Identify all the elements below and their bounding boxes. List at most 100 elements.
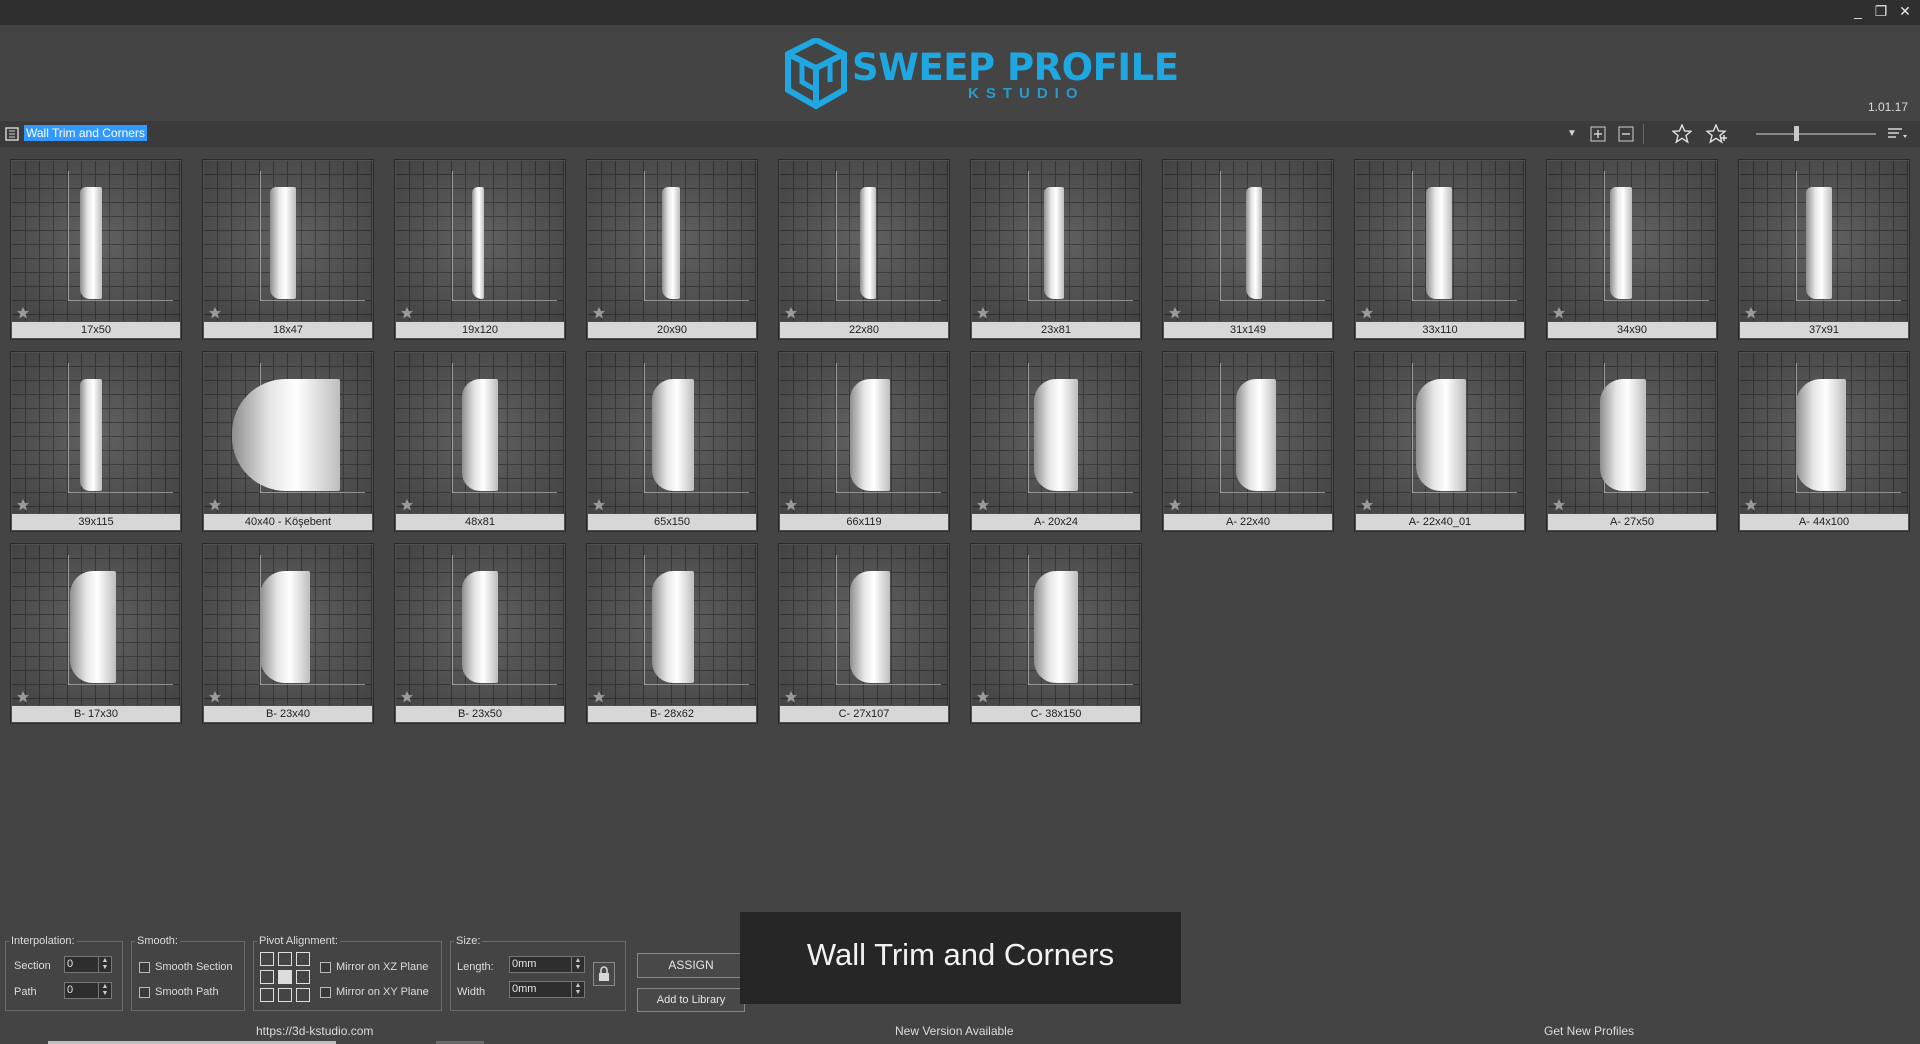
favorite-star-icon[interactable] — [1360, 306, 1374, 320]
close-button[interactable]: ✕ — [1892, 0, 1918, 25]
pivot-cell[interactable] — [296, 988, 310, 1002]
profile-tile[interactable]: 17x50 — [10, 159, 182, 340]
width-stepper[interactable]: 0mm ▲ ▼ — [509, 981, 585, 998]
profile-tile[interactable]: 34x90 — [1546, 159, 1718, 340]
profile-tile[interactable]: 37x91 — [1738, 159, 1910, 340]
favorite-star-icon[interactable] — [1744, 498, 1758, 512]
website-link[interactable]: https://3d-kstudio.com — [256, 1024, 373, 1038]
profile-thumbnail — [396, 545, 564, 705]
restore-button[interactable]: ❐ — [1868, 0, 1894, 25]
favorite-star-icon[interactable] — [1552, 498, 1566, 512]
profile-label: 34x90 — [1548, 322, 1716, 338]
get-profiles-link[interactable]: Get New Profiles — [1544, 1024, 1634, 1038]
profile-tile[interactable]: C- 38x150 — [970, 543, 1142, 724]
favorite-star-icon[interactable] — [976, 306, 990, 320]
favorite-star-icon[interactable] — [400, 306, 414, 320]
smooth-section-checkbox[interactable] — [139, 962, 150, 973]
favorite-star-icon[interactable] — [208, 498, 222, 512]
pivot-cell[interactable] — [278, 988, 292, 1002]
lock-ratio-button[interactable] — [593, 962, 615, 986]
profile-tile[interactable]: 22x80 — [778, 159, 950, 340]
favorite-star-icon[interactable] — [16, 498, 30, 512]
favorite-star-icon[interactable] — [208, 690, 222, 704]
favorite-star-icon[interactable] — [1168, 306, 1182, 320]
profile-tile[interactable]: 40x40 - Köşebent — [202, 351, 374, 532]
section-stepper[interactable]: 0 ▲ ▼ — [64, 956, 112, 973]
favorite-star-icon[interactable] — [1168, 498, 1182, 512]
profile-tile[interactable]: 65x150 — [586, 351, 758, 532]
assign-button[interactable]: ASSIGN — [637, 953, 745, 978]
favorite-star-icon[interactable] — [400, 690, 414, 704]
favorite-star-icon[interactable] — [592, 690, 606, 704]
library-icon[interactable] — [4, 126, 20, 142]
favorite-star-icon[interactable] — [784, 306, 798, 320]
favorite-star-icon[interactable] — [592, 306, 606, 320]
pivot-cell[interactable] — [296, 970, 310, 984]
pivot-grid[interactable] — [260, 952, 310, 1002]
favorite-star-icon[interactable] — [1552, 306, 1566, 320]
chevron-down-icon[interactable]: ▼ — [1565, 124, 1579, 144]
star-icon[interactable] — [1672, 124, 1692, 144]
profile-tile[interactable]: 39x115 — [10, 351, 182, 532]
profile-tile[interactable]: A- 27x50 — [1546, 351, 1718, 532]
library-select[interactable]: Wall Trim and Corners — [24, 124, 1578, 144]
add-to-library-button[interactable]: Add to Library — [637, 988, 745, 1012]
pivot-cell-selected[interactable] — [278, 970, 292, 984]
profile-tile[interactable]: B- 23x40 — [202, 543, 374, 724]
profile-tile[interactable]: 33x110 — [1354, 159, 1526, 340]
favorite-star-icon[interactable] — [976, 690, 990, 704]
zoom-slider-handle[interactable] — [1794, 126, 1799, 141]
profile-tile[interactable]: 18x47 — [202, 159, 374, 340]
sort-icon[interactable] — [1886, 125, 1908, 143]
axis-line — [1220, 492, 1325, 493]
profile-tile[interactable]: C- 27x107 — [778, 543, 950, 724]
new-version-link[interactable]: New Version Available — [895, 1024, 1014, 1038]
profile-tile[interactable]: 19x120 — [394, 159, 566, 340]
profile-tile[interactable]: A- 22x40_01 — [1354, 351, 1526, 532]
favorite-star-icon[interactable] — [16, 306, 30, 320]
profile-tile[interactable]: B- 17x30 — [10, 543, 182, 724]
favorite-star-icon[interactable] — [208, 306, 222, 320]
axis-line — [452, 684, 557, 685]
profile-tile[interactable]: A- 44x100 — [1738, 351, 1910, 532]
profile-tile[interactable]: A- 22x40 — [1162, 351, 1334, 532]
collapse-icon[interactable] — [1617, 125, 1635, 143]
smooth-path-checkbox[interactable] — [139, 987, 150, 998]
axis-line — [1412, 171, 1413, 301]
profile-tile[interactable]: B- 23x50 — [394, 543, 566, 724]
profile-tile[interactable]: B- 28x62 — [586, 543, 758, 724]
zoom-slider-track[interactable] — [1756, 133, 1876, 135]
profile-label: B- 28x62 — [588, 706, 756, 722]
pivot-cell[interactable] — [260, 988, 274, 1002]
star-add-icon[interactable] — [1706, 124, 1728, 144]
path-stepper[interactable]: 0 ▲ ▼ — [64, 982, 112, 999]
stepper-arrows-icon[interactable]: ▲ ▼ — [571, 957, 584, 972]
favorite-star-icon[interactable] — [16, 690, 30, 704]
favorite-star-icon[interactable] — [1744, 306, 1758, 320]
pivot-cell[interactable] — [296, 952, 310, 966]
profile-tile[interactable]: A- 20x24 — [970, 351, 1142, 532]
stepper-arrows-icon[interactable]: ▲ ▼ — [98, 983, 111, 998]
favorite-star-icon[interactable] — [784, 690, 798, 704]
profile-tile[interactable]: 23x81 — [970, 159, 1142, 340]
interpolation-title: Interpolation: — [9, 935, 77, 947]
mirror-xy-checkbox[interactable] — [320, 987, 331, 998]
favorite-star-icon[interactable] — [784, 498, 798, 512]
length-stepper[interactable]: 0mm ▲ ▼ — [509, 956, 585, 973]
pivot-cell[interactable] — [260, 952, 274, 966]
pivot-cell[interactable] — [260, 970, 274, 984]
favorite-star-icon[interactable] — [592, 498, 606, 512]
favorite-star-icon[interactable] — [400, 498, 414, 512]
favorite-star-icon[interactable] — [976, 498, 990, 512]
expand-icon[interactable] — [1589, 125, 1607, 143]
profile-tile[interactable]: 66x119 — [778, 351, 950, 532]
stepper-arrows-icon[interactable]: ▲ ▼ — [98, 957, 111, 972]
profile-tile[interactable]: 31x149 — [1162, 159, 1334, 340]
favorite-star-icon[interactable] — [1360, 498, 1374, 512]
mirror-xz-checkbox[interactable] — [320, 962, 331, 973]
profile-tile[interactable]: 48x81 — [394, 351, 566, 532]
stepper-arrows-icon[interactable]: ▲ ▼ — [571, 982, 584, 997]
pivot-cell[interactable] — [278, 952, 292, 966]
profile-thumbnail — [396, 161, 564, 321]
profile-tile[interactable]: 20x90 — [586, 159, 758, 340]
